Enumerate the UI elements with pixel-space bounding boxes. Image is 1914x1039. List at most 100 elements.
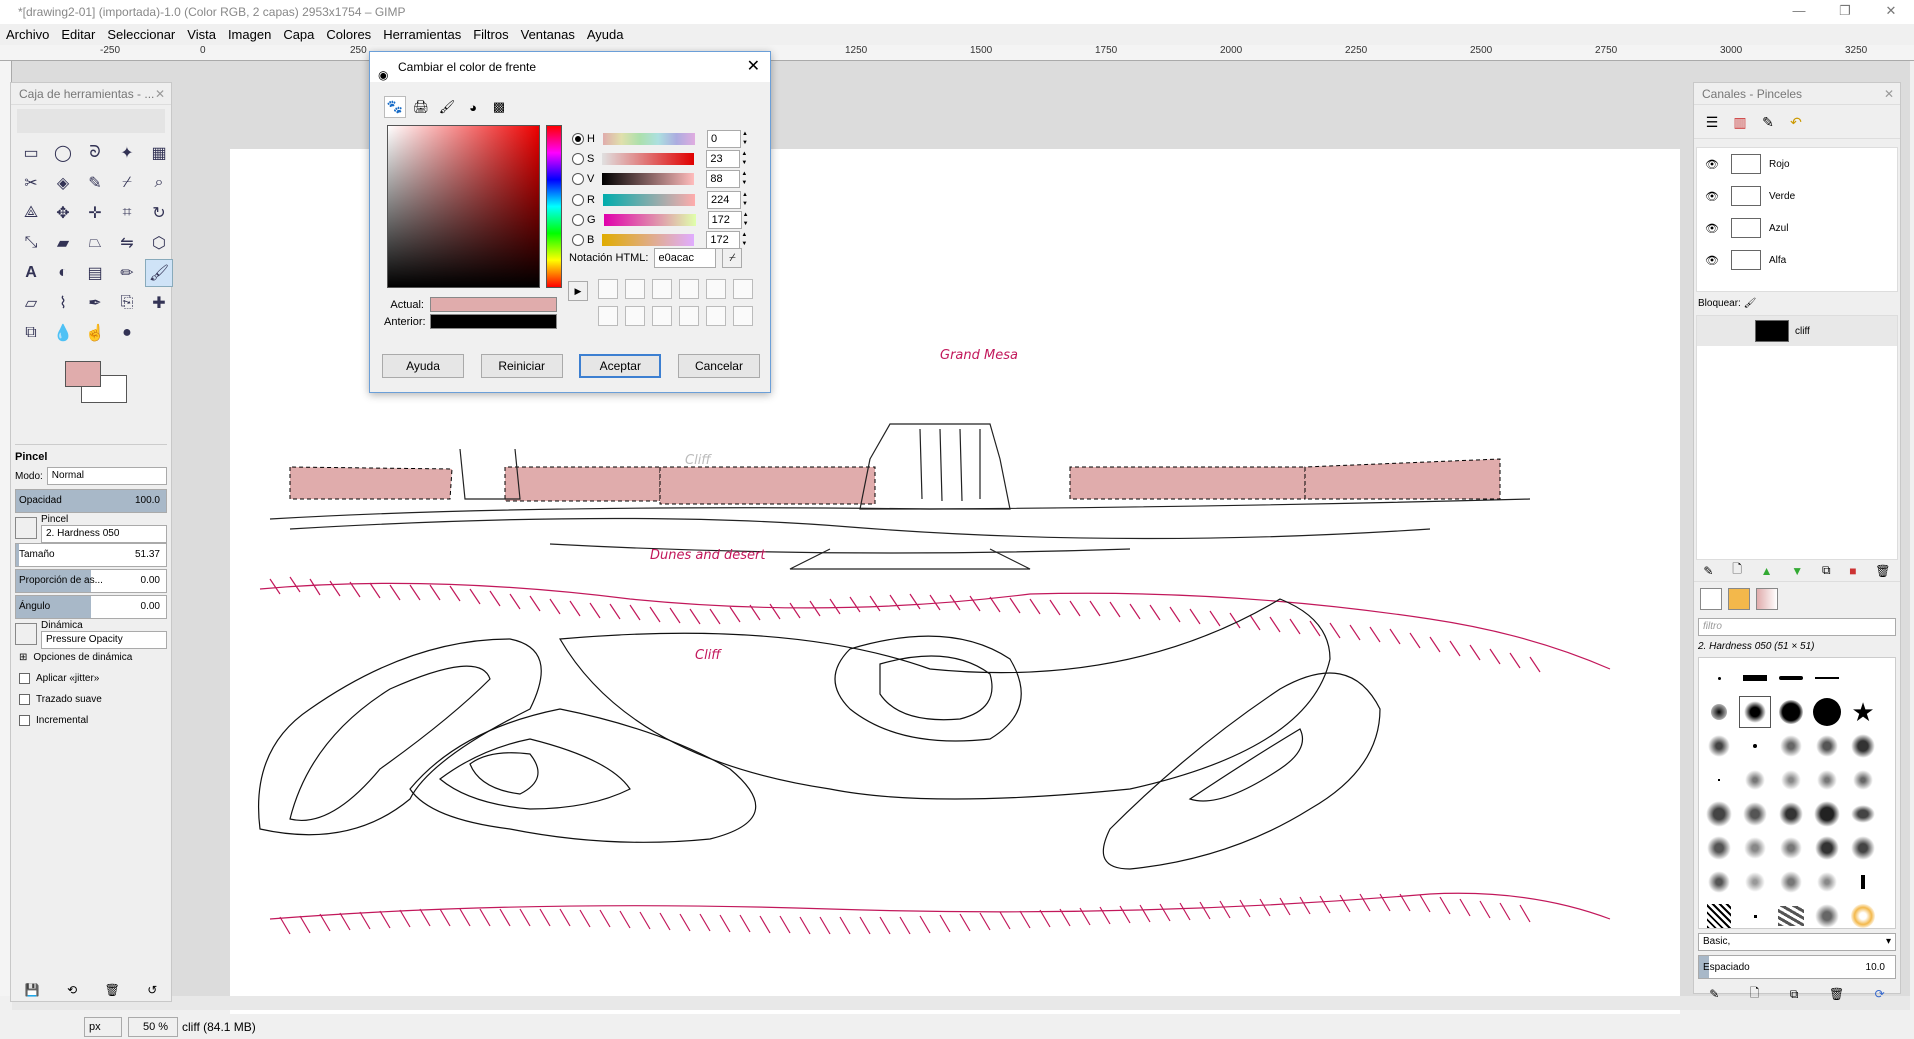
html-notation-field[interactable]: e0acac: [654, 248, 717, 268]
brush-item[interactable]: [1739, 900, 1771, 932]
color-square[interactable]: [387, 125, 540, 288]
brush-item[interactable]: [1811, 696, 1843, 728]
menu-seleccionar[interactable]: Seleccionar: [101, 27, 181, 42]
horizontal-ruler[interactable]: -250 0 250 1250 1500 1750 2000 2250 2500…: [0, 45, 1914, 61]
brush-item[interactable]: [1703, 900, 1735, 932]
lower-icon[interactable]: ▼: [1791, 564, 1803, 578]
b-scale[interactable]: [602, 234, 695, 246]
save-preset-icon[interactable]: 💾: [25, 983, 40, 997]
new-channel-icon[interactable]: 🗋: [1732, 560, 1742, 581]
brush-item[interactable]: [1811, 798, 1843, 830]
brush-item[interactable]: [1739, 696, 1771, 728]
history-swatch[interactable]: [706, 306, 726, 326]
star-brush-icon[interactable]: ★: [1847, 696, 1879, 728]
radio-r[interactable]: [572, 194, 584, 206]
brush-item[interactable]: [1703, 764, 1735, 796]
minimize-button[interactable]: —: [1776, 0, 1822, 24]
delete-icon[interactable]: 🗑: [1875, 564, 1890, 578]
menu-editar[interactable]: Editar: [55, 27, 101, 42]
duplicate-icon[interactable]: ⧉: [1822, 563, 1831, 578]
channel-item-alfa[interactable]: 👁 Alfa: [1697, 244, 1897, 276]
wheel-selector-icon[interactable]: ◕: [462, 96, 484, 118]
airbrush-icon[interactable]: ⌇: [49, 289, 77, 317]
cancel-button[interactable]: Cancelar: [677, 354, 760, 378]
radio-s[interactable]: [572, 153, 584, 165]
brush-item[interactable]: [1739, 662, 1771, 694]
b-value-field[interactable]: 172: [706, 231, 741, 249]
rotate-icon[interactable]: ↻: [145, 199, 173, 227]
scales-selector-icon[interactable]: ▩: [488, 96, 510, 118]
brush-item[interactable]: [1775, 798, 1807, 830]
menu-colores[interactable]: Colores: [320, 27, 377, 42]
to-selection-icon[interactable]: ■: [1849, 564, 1856, 578]
brush-item[interactable]: [1703, 696, 1735, 728]
rect-select-icon[interactable]: ▭: [17, 139, 45, 167]
channel-item-azul[interactable]: 👁 Azul: [1697, 212, 1897, 244]
v-value-field[interactable]: 88: [706, 170, 741, 188]
eye-icon[interactable]: 👁: [1705, 190, 1723, 203]
brush-item[interactable]: [1775, 696, 1807, 728]
dynamics-options-expander[interactable]: ⊞ Opciones de dinámica: [11, 647, 171, 668]
dynamics-preview[interactable]: [15, 623, 37, 645]
smooth-checkbox[interactable]: [19, 694, 30, 705]
clone-icon[interactable]: ⎘: [113, 289, 141, 317]
zoom-select[interactable]: 50 %: [128, 1016, 178, 1037]
brush-item[interactable]: [1703, 798, 1735, 830]
s-scale[interactable]: [602, 153, 695, 165]
reset-button[interactable]: Reiniciar: [480, 354, 563, 378]
history-swatch[interactable]: [706, 279, 726, 299]
g-spinner[interactable]: ▲ ▼: [742, 211, 750, 229]
dodge-burn-icon[interactable]: ●: [113, 319, 141, 347]
incremental-checkbox[interactable]: [19, 715, 30, 726]
g-value-field[interactable]: 172: [707, 211, 742, 229]
brush-item[interactable]: [1775, 730, 1807, 762]
lasso-icon[interactable]: ᘐ: [81, 139, 109, 167]
history-swatch[interactable]: [679, 279, 699, 299]
color-picker-icon[interactable]: ⌿: [113, 169, 141, 197]
menu-herramientas[interactable]: Herramientas: [377, 27, 467, 42]
brush-item[interactable]: [1847, 662, 1879, 694]
history-swatch[interactable]: [625, 279, 645, 299]
h-value-field[interactable]: 0: [706, 130, 741, 148]
r-value-field[interactable]: 224: [706, 191, 741, 209]
blur-icon[interactable]: 💧: [49, 319, 77, 347]
channel-item-rojo[interactable]: 👁 Rojo: [1697, 148, 1897, 180]
brush-item[interactable]: [1703, 866, 1735, 898]
brush-item[interactable]: [1811, 866, 1843, 898]
brush-item[interactable]: [1703, 662, 1735, 694]
brush-item[interactable]: [1811, 730, 1843, 762]
mode-select[interactable]: Normal: [46, 467, 167, 485]
foreground-select-icon[interactable]: ◈: [49, 169, 77, 197]
bucket-fill-icon[interactable]: ◐: [49, 259, 77, 287]
history-swatch[interactable]: [652, 279, 672, 299]
dialog-close-icon[interactable]: ✕: [747, 52, 760, 82]
radio-h[interactable]: [572, 133, 584, 145]
eye-icon[interactable]: 👁: [1705, 158, 1723, 171]
heal-icon[interactable]: ✚: [145, 289, 173, 317]
gradient-icon[interactable]: ▤: [81, 259, 109, 287]
brushes-tab-icon[interactable]: [1700, 588, 1722, 610]
brush-item[interactable]: [1775, 764, 1807, 796]
canvas-area[interactable]: Grand Mesa Cliff Dunes and desert Cliff: [12, 61, 1910, 1024]
brush-item[interactable]: [1811, 764, 1843, 796]
radio-b[interactable]: [572, 234, 584, 246]
fuzzy-select-icon[interactable]: ✦: [113, 139, 141, 167]
close-icon[interactable]: ✕: [155, 83, 165, 105]
menu-archivo[interactable]: Archivo: [0, 27, 55, 42]
size-slider[interactable]: Tamaño 51.37: [15, 543, 167, 567]
refresh-brushes-icon[interactable]: ⟳: [1875, 987, 1885, 1001]
brush-item[interactable]: [1739, 832, 1771, 864]
perspective-clone-icon[interactable]: ⧉: [17, 319, 45, 347]
delete-brush-icon[interactable]: 🗑: [1829, 987, 1844, 1001]
menu-ventanas[interactable]: Ventanas: [515, 27, 581, 42]
flip-icon[interactable]: ⇋: [113, 229, 141, 257]
radio-g[interactable]: [572, 214, 584, 226]
radio-v[interactable]: [572, 173, 584, 185]
filter-input[interactable]: filtro: [1698, 618, 1896, 636]
brush-item[interactable]: [1739, 730, 1771, 762]
brush-item[interactable]: [1847, 764, 1879, 796]
maximize-button[interactable]: ❐: [1822, 0, 1868, 24]
brush-item[interactable]: [1847, 798, 1879, 830]
menu-capa[interactable]: Capa: [277, 27, 320, 42]
brush-item[interactable]: [1739, 798, 1771, 830]
